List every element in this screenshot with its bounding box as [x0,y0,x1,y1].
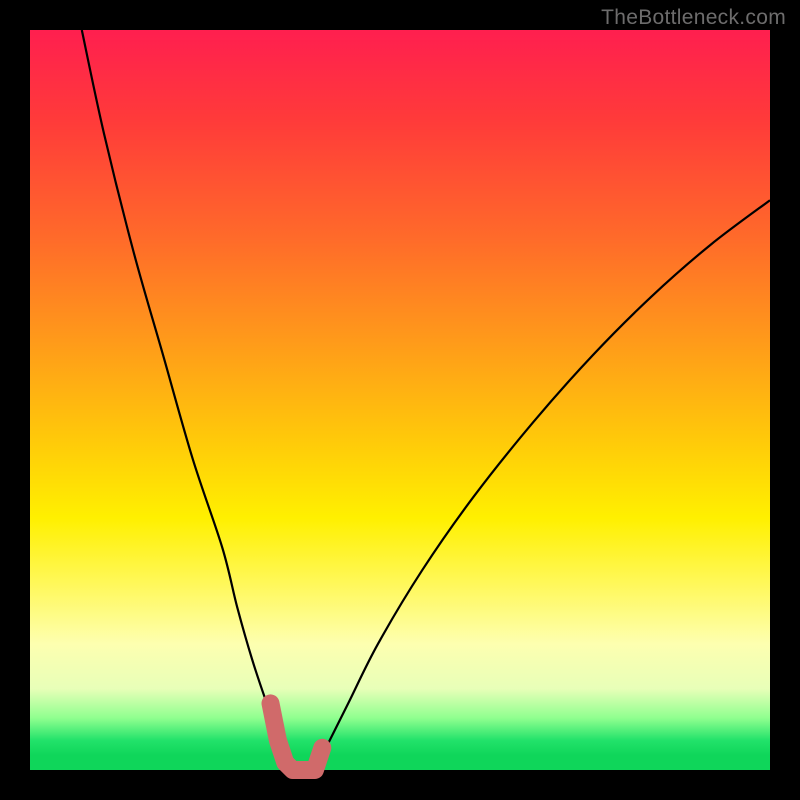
right-branch-curve [315,200,770,770]
left-branch-curve [82,30,293,770]
chart-stage: TheBottleneck.com [0,0,800,800]
watermark-text: TheBottleneck.com [601,6,786,30]
chart-svg [30,30,770,770]
marker-check [271,703,323,770]
plot-area [30,30,770,770]
